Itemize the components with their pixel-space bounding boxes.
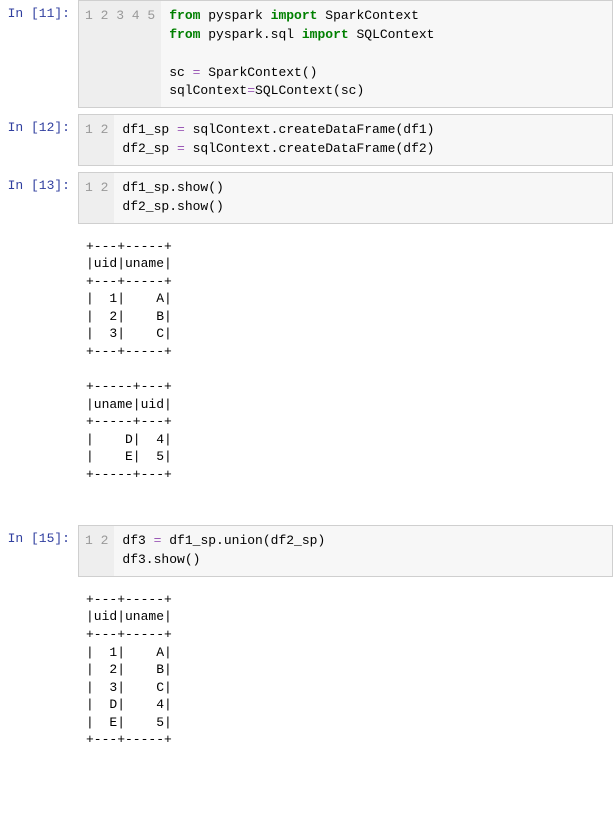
- line-gutter: 1 2: [79, 115, 114, 165]
- code-cell: In [13]: 1 2 df1_sp.show() df2_sp.show(): [0, 172, 613, 224]
- code-area[interactable]: 1 2 3 4 5 from pyspark import SparkConte…: [78, 0, 613, 108]
- code-area[interactable]: 1 2 df1_sp = sqlContext.createDataFrame(…: [78, 114, 613, 166]
- line-gutter: 1 2: [79, 173, 114, 223]
- code-content[interactable]: from pyspark import SparkContext from py…: [161, 1, 442, 107]
- code-area[interactable]: 1 2 df3 = df1_sp.union(df2_sp) df3.show(…: [78, 525, 613, 577]
- output-cell: . +---+-----+ |uid|uname| +---+-----+ | …: [0, 583, 613, 757]
- line-gutter: 1 2: [79, 526, 114, 576]
- input-prompt: In [13]:: [0, 172, 78, 224]
- code-cell: In [11]: 1 2 3 4 5 from pyspark import S…: [0, 0, 613, 108]
- input-prompt: In [12]:: [0, 114, 78, 166]
- output-text: +---+-----+ |uid|uname| +---+-----+ | 1|…: [78, 230, 613, 492]
- line-gutter: 1 2 3 4 5: [79, 1, 161, 107]
- output-prompt: .: [0, 230, 78, 492]
- code-area[interactable]: 1 2 df1_sp.show() df2_sp.show(): [78, 172, 613, 224]
- input-prompt: In [11]:: [0, 0, 78, 108]
- input-prompt: In [15]:: [0, 525, 78, 577]
- code-content[interactable]: df1_sp = sqlContext.createDataFrame(df1)…: [114, 115, 442, 165]
- code-cell: In [15]: 1 2 df3 = df1_sp.union(df2_sp) …: [0, 525, 613, 577]
- output-prompt: .: [0, 583, 78, 757]
- output-cell: . +---+-----+ |uid|uname| +---+-----+ | …: [0, 230, 613, 492]
- code-cell: In [12]: 1 2 df1_sp = sqlContext.createD…: [0, 114, 613, 166]
- code-content[interactable]: df3 = df1_sp.union(df2_sp) df3.show(): [114, 526, 333, 576]
- code-content[interactable]: df1_sp.show() df2_sp.show(): [114, 173, 231, 223]
- spacer: [0, 497, 613, 525]
- output-text: +---+-----+ |uid|uname| +---+-----+ | 1|…: [78, 583, 613, 757]
